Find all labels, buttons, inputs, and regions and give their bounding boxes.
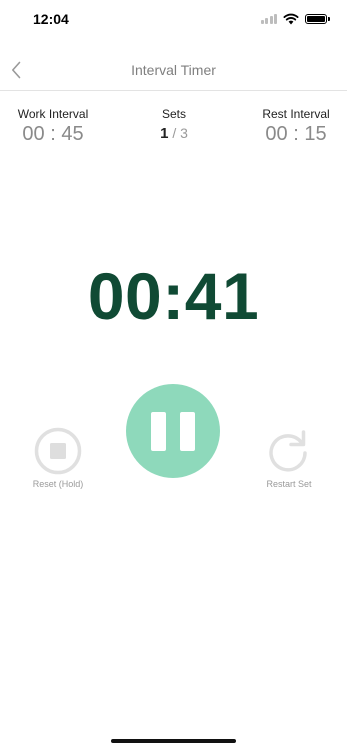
sets-stat: Sets 1 / 3: [150, 105, 198, 144]
pause-button[interactable]: [126, 384, 220, 478]
restart-icon: [269, 430, 307, 472]
signal-icon: [260, 14, 277, 24]
rest-interval-stat: Rest Interval 00 : 15: [261, 105, 331, 145]
sets-label: Sets: [161, 107, 186, 121]
work-interval-label: Work Interval: [17, 107, 89, 121]
page-title: Interval Timer: [131, 62, 216, 78]
countdown-timer: 00:41: [87, 259, 260, 333]
sets-separator: /: [168, 125, 181, 141]
stop-icon: [34, 427, 82, 475]
rest-interval-label: Rest Interval: [262, 107, 330, 121]
reset-label: Reset (Hold): [32, 479, 84, 489]
battery-icon: [305, 14, 330, 24]
interval-stats: Work Interval 00 : 45 Sets 1 / 3 Rest In…: [0, 105, 347, 155]
reset-button[interactable]: Reset (Hold): [26, 427, 90, 489]
sets-value: 1 / 3: [150, 123, 198, 144]
status-bar: 12:04: [0, 0, 347, 44]
rest-interval-value: 00 : 15: [265, 123, 327, 145]
restart-set-button[interactable]: Restart Set: [257, 427, 321, 489]
sets-total: 3: [180, 125, 188, 141]
status-time: 12:04: [33, 11, 69, 27]
status-icons: [260, 13, 330, 25]
wifi-icon: [283, 13, 299, 25]
restart-set-label: Restart Set: [266, 479, 312, 489]
work-interval-value: 00 : 45: [22, 123, 84, 145]
work-interval-stat: Work Interval 00 : 45: [16, 105, 90, 145]
home-indicator: [111, 739, 236, 743]
nav-bar: Interval Timer: [0, 49, 347, 91]
